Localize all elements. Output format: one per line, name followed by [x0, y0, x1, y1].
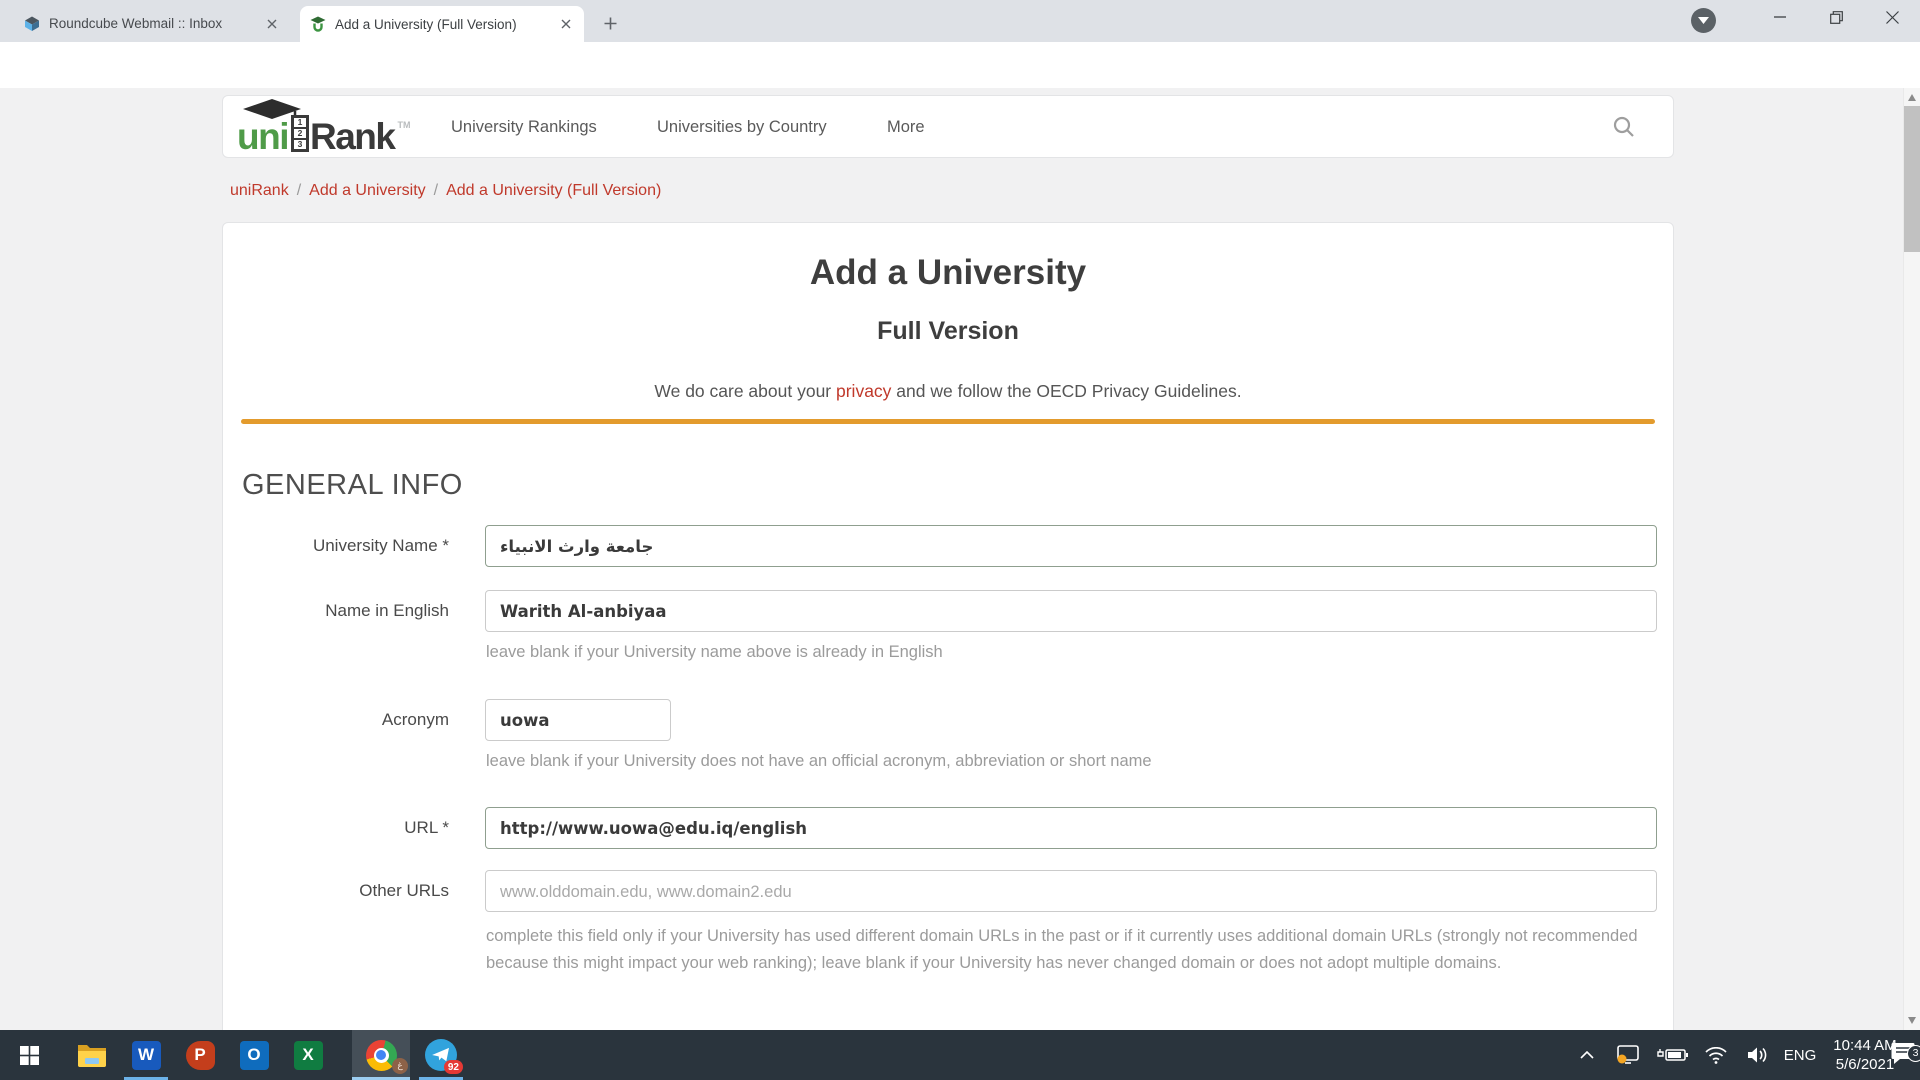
- logo-uni-text: uni: [237, 120, 288, 154]
- breadcrumb: uniRank/Add a University/Add a Universit…: [230, 182, 661, 200]
- windows-taskbar: W P O X غ 92: [0, 1030, 1920, 1080]
- input-url[interactable]: [485, 807, 1657, 849]
- section-general-info: GENERAL INFO: [242, 469, 463, 502]
- label-university-name: University Name *: [241, 536, 449, 556]
- start-button[interactable]: [2, 1030, 56, 1080]
- logo-trademark: TM: [397, 120, 410, 130]
- scroll-up-icon[interactable]: [1908, 94, 1916, 101]
- tab-title: Add a University (Full Version): [335, 17, 557, 32]
- input-name-english[interactable]: [485, 590, 1657, 632]
- scroll-down-icon[interactable]: [1908, 1017, 1916, 1024]
- breadcrumb-home[interactable]: uniRank: [230, 182, 289, 199]
- label-acronym: Acronym: [241, 710, 449, 730]
- browser-toolbar: 4icu.org/about/add2.htm غ: [0, 42, 1920, 88]
- powerpoint-icon[interactable]: P: [173, 1030, 227, 1080]
- page-title: Add a University: [223, 253, 1673, 293]
- helper-acronym: leave blank if your University does not …: [486, 752, 1152, 771]
- input-acronym[interactable]: [485, 699, 671, 741]
- notification-count-badge: 3: [1907, 1045, 1920, 1062]
- minimize-button[interactable]: [1752, 0, 1808, 34]
- breadcrumb-current[interactable]: Add a University (Full Version): [446, 182, 661, 199]
- volume-icon[interactable]: [1738, 1030, 1778, 1080]
- chrome-taskbar-icon[interactable]: غ: [352, 1030, 410, 1080]
- logo-123-box: 1 2 3: [291, 115, 309, 152]
- tab-strip: Roundcube Webmail :: Inbox Add a Univers…: [0, 0, 1920, 42]
- telegram-icon[interactable]: 92: [414, 1030, 468, 1080]
- site-header: uni 1 2 3 Rank TM University Rankings Un…: [222, 95, 1674, 158]
- tab-roundcube[interactable]: Roundcube Webmail :: Inbox: [14, 7, 290, 40]
- helper-name-english: leave blank if your University name abov…: [486, 643, 943, 662]
- label-url: URL *: [241, 818, 449, 838]
- tab-title: Roundcube Webmail :: Inbox: [49, 16, 263, 31]
- page-subtitle: Full Version: [223, 317, 1673, 346]
- label-other-urls: Other URLs: [241, 881, 449, 901]
- roundcube-favicon: [24, 16, 40, 32]
- logo-rank-text: Rank: [310, 120, 394, 154]
- input-other-urls[interactable]: [485, 870, 1657, 912]
- input-university-name[interactable]: [485, 525, 1657, 567]
- tray-chevron-icon[interactable]: [1572, 1030, 1602, 1080]
- telegram-unread-badge: 92: [444, 1060, 463, 1074]
- window-controls: [1752, 0, 1920, 34]
- page-viewport: uni 1 2 3 Rank TM University Rankings Un…: [0, 88, 1920, 1030]
- nav-university-rankings[interactable]: University Rankings: [451, 118, 597, 137]
- scrollbar-thumb[interactable]: [1904, 106, 1920, 252]
- excel-icon[interactable]: X: [281, 1030, 335, 1080]
- battery-icon[interactable]: [1652, 1030, 1694, 1080]
- browser-update-icon[interactable]: [1691, 8, 1716, 33]
- outlook-icon[interactable]: O: [227, 1030, 281, 1080]
- nav-universities-by-country[interactable]: Universities by Country: [657, 118, 827, 137]
- search-icon[interactable]: [1611, 114, 1639, 142]
- file-explorer-icon[interactable]: [65, 1030, 119, 1080]
- wifi-icon[interactable]: [1696, 1030, 1736, 1080]
- orange-divider: [241, 419, 1655, 424]
- new-tab-button[interactable]: [598, 11, 622, 35]
- breadcrumb-add-university[interactable]: Add a University: [309, 182, 426, 199]
- chrome-profile-badge: غ: [392, 1058, 408, 1074]
- privacy-note: We do care about your privacy and we fol…: [223, 381, 1673, 402]
- form-card: Add a University Full Version We do care…: [222, 222, 1674, 1030]
- tab-close-icon[interactable]: [263, 15, 280, 32]
- close-window-button[interactable]: [1864, 0, 1920, 34]
- tray-app-icon[interactable]: [1608, 1030, 1648, 1080]
- page-scrollbar[interactable]: [1903, 88, 1920, 1030]
- unirank-favicon: [310, 16, 326, 32]
- helper-other-urls: complete this field only if your Univers…: [486, 923, 1654, 977]
- word-icon[interactable]: W: [119, 1030, 173, 1080]
- privacy-link[interactable]: privacy: [836, 381, 891, 401]
- tab-close-icon[interactable]: [557, 16, 574, 33]
- restore-button[interactable]: [1808, 0, 1864, 34]
- tab-add-university[interactable]: Add a University (Full Version): [300, 6, 584, 42]
- nav-more[interactable]: More: [887, 118, 925, 137]
- label-name-english: Name in English: [241, 601, 449, 621]
- unirank-logo[interactable]: uni 1 2 3 Rank TM: [237, 96, 467, 159]
- action-center-icon[interactable]: 3: [1886, 1030, 1920, 1080]
- language-indicator[interactable]: ENG: [1778, 1030, 1822, 1080]
